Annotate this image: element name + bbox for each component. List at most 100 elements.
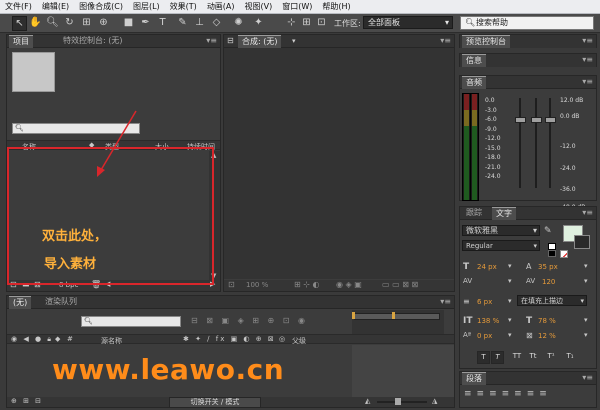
annotation-line1: 双击此处， — [42, 229, 108, 244]
panel-menu-icon[interactable]: ▾≡ — [582, 54, 593, 66]
subscript-button[interactable]: T₁ — [564, 351, 576, 362]
audio-slider-track-left — [519, 98, 521, 188]
audio-meter-right — [470, 93, 479, 201]
audio-slider-master[interactable] — [531, 117, 542, 123]
tab-paragraph[interactable]: 段落 — [462, 372, 486, 385]
baseline-shift-icon: Aª — [463, 331, 472, 339]
panel-menu-icon[interactable]: ▾≡ — [440, 35, 451, 47]
stroke-mode-select[interactable]: 在填充上描边 ▾ — [517, 295, 587, 306]
scale-label: -12.0 — [485, 135, 501, 142]
camera-icon[interactable]: ◉ ◈ ▣ — [336, 280, 362, 289]
black-swatch[interactable] — [548, 250, 556, 257]
timeline-search-input[interactable]: 🔍︎ — [81, 316, 181, 327]
timeline-column-header: ◉ ◀ ● 🔒︎ ◆ # 源名称 ✱ ✦ ∕ fx ▣ ◐ ⊕ ⊠ ◎ 父级 — [7, 334, 454, 345]
stroke-width-value[interactable]: 6 px — [477, 298, 492, 306]
audio-slider-left[interactable] — [515, 117, 526, 123]
tab-composition[interactable]: 合成: (无) — [238, 35, 282, 48]
zoom-in-icon[interactable]: ◮ — [432, 397, 437, 405]
scale-label: 0.0 dB — [560, 112, 580, 120]
chevron-down-icon[interactable]: ▾ — [508, 277, 512, 285]
stroke-color-swatch[interactable] — [574, 235, 590, 249]
chevron-down-icon[interactable]: ▾ — [584, 331, 588, 339]
panel-menu-icon[interactable]: ▾≡ — [440, 296, 451, 308]
horizontal-scale-icon: T — [526, 316, 533, 326]
leading-value[interactable]: 35 px — [538, 263, 558, 271]
all-caps-button[interactable]: TT — [511, 351, 523, 362]
zoom-out-icon[interactable]: ◭ — [365, 397, 370, 405]
audio-slider-right[interactable] — [545, 117, 556, 123]
font-family-select[interactable]: 微软雅黑 ▾ — [462, 225, 540, 236]
toggle-switches-modes-button[interactable]: 切换开关 / 模式 — [169, 397, 261, 408]
tab-timeline-none[interactable]: (无) — [9, 296, 32, 309]
scale-label: -18.0 — [485, 154, 501, 161]
scale-label: -9.0 — [485, 125, 497, 133]
panel-menu-icon[interactable]: ▾≡ — [582, 76, 593, 88]
watermark-text: www.leawo.cn — [52, 353, 285, 386]
leading-icon: A — [526, 262, 532, 271]
tab-text[interactable]: 文字 — [492, 207, 516, 220]
chevron-down-icon[interactable]: ▾ — [292, 35, 296, 47]
chevron-down-icon[interactable]: ▾ — [584, 316, 588, 324]
faux-bold-button[interactable]: T — [477, 351, 490, 364]
zoom-slider[interactable] — [377, 398, 427, 405]
eyedropper-icon[interactable]: ✎ — [544, 226, 552, 236]
font-size-value[interactable]: 24 px — [477, 263, 497, 271]
tab-info[interactable]: 信息 — [462, 54, 486, 67]
scale-label: -3.0 — [485, 106, 497, 114]
timeline-panel: (无) 渲染队列 ▾≡ 🔍︎ ⊟ ⊠ ▣ ◈ ⊞ ⊕ ⊡ ◉ ◉ ◀ ● 🔒︎ … — [6, 295, 455, 408]
tsume-icon: ⊠ — [526, 331, 533, 340]
tab-preview[interactable]: 预览控制台 — [462, 35, 510, 48]
audio-slider-track-master — [535, 98, 537, 188]
small-caps-button[interactable]: Tt — [527, 351, 539, 362]
horizontal-scale-value[interactable]: 78 % — [538, 317, 556, 325]
timeline-footer-icons[interactable]: ⊕ ⊞ ⊟ — [11, 397, 43, 405]
tracking-value[interactable]: 120 — [542, 278, 555, 286]
vertical-scale-value[interactable]: 138 % — [477, 317, 499, 325]
chevron-down-icon[interactable]: ▾ — [584, 262, 588, 270]
scale-label: -6.0 — [485, 116, 497, 123]
info-panel: 信息 ▾≡ — [459, 53, 597, 67]
chevron-down-icon[interactable]: ▾ — [508, 262, 512, 270]
composition-viewer[interactable] — [224, 48, 454, 279]
scale-label: -15.0 — [485, 144, 501, 152]
faux-italic-button[interactable]: T — [491, 351, 504, 364]
av-features-icons[interactable]: ◉ ◀ ● 🔒︎ — [11, 335, 53, 344]
stroke-mode-value: 在填充上描边 — [521, 297, 563, 305]
tab-tracker[interactable]: 跟踪 — [462, 207, 486, 219]
time-ruler[interactable] — [352, 310, 444, 334]
tsume-value[interactable]: 12 % — [538, 332, 556, 340]
scale-label: 12.0 dB — [560, 97, 584, 104]
scale-label: -24.0 — [485, 173, 501, 180]
superscript-button[interactable]: T¹ — [545, 351, 557, 362]
no-color-swatch[interactable] — [560, 250, 568, 258]
baseline-shift-value[interactable]: 0 px — [477, 332, 492, 340]
font-family-value: 微软雅黑 — [466, 226, 498, 235]
font-style-select[interactable]: Regular ▾ — [462, 240, 540, 251]
panel-menu-icon[interactable]: ▾≡ — [582, 372, 593, 384]
tab-audio[interactable]: 音频 — [462, 76, 486, 89]
view-options-icon[interactable]: ▭ ▭ ⊠ ⊠ — [382, 280, 418, 289]
panel-menu-icon[interactable]: ▾≡ — [582, 35, 593, 47]
panel-menu-icon[interactable]: ▾≡ — [582, 207, 593, 219]
zoom-level[interactable]: 100 % — [246, 281, 268, 289]
vertical-scale-icon: IT — [463, 316, 473, 326]
scale-label: -12.0 — [560, 143, 576, 150]
grid-icon[interactable]: ⊞ ⊹ ◐ — [294, 280, 319, 289]
audio-right-scale: 12.0 dB 0.0 dB -12.0 -24.0 -36.0 -48.0 d… — [560, 96, 585, 212]
search-icon: 🔍︎ — [84, 317, 93, 325]
chevron-down-icon[interactable]: ▾ — [508, 331, 512, 339]
timeline-switch-icons[interactable]: ⊟ ⊠ ▣ ◈ ⊞ ⊕ ⊡ ◉ — [191, 316, 308, 325]
chevron-down-icon[interactable]: ▾ — [508, 316, 512, 324]
paragraph-align-icons[interactable]: ≡≡≡≡≡≡≡ — [464, 389, 552, 399]
timeline-graph-area[interactable] — [352, 345, 454, 397]
audio-panel: 音频 ▾≡ 0.0 -3.0 -6.0 -9.0 -12.0 -15.0 -18… — [459, 75, 597, 211]
tab-render-queue[interactable]: 渲染队列 — [41, 296, 81, 308]
lock-icon[interactable]: ⊟ — [227, 35, 234, 47]
switches-icons[interactable]: ✱ ✦ ∕ fx ▣ ◐ ⊕ ⊠ — [183, 335, 276, 343]
chevron-down-icon[interactable]: ▾ — [508, 297, 512, 305]
annotation-line2: 导入素材 — [44, 257, 97, 272]
white-swatch[interactable] — [548, 243, 556, 250]
chevron-down-icon[interactable]: ▾ — [584, 277, 588, 285]
always-preview-icon[interactable]: ⊡ — [228, 280, 235, 289]
chevron-down-icon: ▾ — [533, 242, 537, 250]
